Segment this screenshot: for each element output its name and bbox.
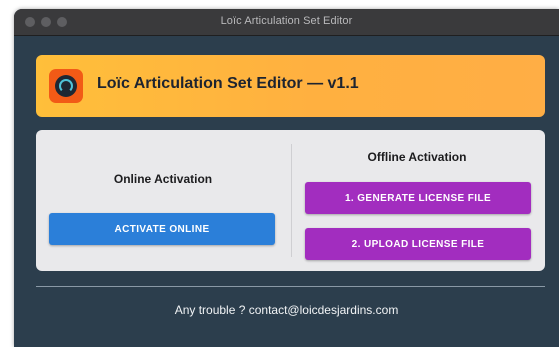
- title-bar[interactable]: Loïc Articulation Set Editor: [14, 9, 559, 36]
- upload-license-file-button[interactable]: 2. UPLOAD LICENSE FILE: [305, 228, 531, 260]
- speedometer-logo-icon: [49, 69, 83, 103]
- panel-divider: [291, 144, 292, 257]
- offline-activation-title: Offline Activation: [367, 150, 467, 164]
- app-window: Loïc Articulation Set Editor Loïc Articu…: [14, 9, 559, 347]
- generate-license-file-button[interactable]: 1. GENERATE LICENSE FILE: [305, 182, 531, 214]
- window-title: Loïc Articulation Set Editor: [220, 15, 353, 27]
- online-activation-title: Online Activation: [113, 172, 213, 186]
- logo-dial: [55, 75, 77, 97]
- app-title: Loïc Articulation Set Editor — v1.1: [97, 75, 359, 92]
- logo-ring: [59, 79, 73, 93]
- activation-panel: Online Activation ACTIVATE ONLINE Offlin…: [36, 130, 545, 271]
- app-header: Loïc Articulation Set Editor — v1.1: [36, 55, 545, 117]
- support-contact-text: Any trouble ? contact@loicdesjardins.com: [174, 303, 399, 317]
- footer-divider: [36, 286, 545, 287]
- activate-online-button[interactable]: ACTIVATE ONLINE: [49, 213, 275, 245]
